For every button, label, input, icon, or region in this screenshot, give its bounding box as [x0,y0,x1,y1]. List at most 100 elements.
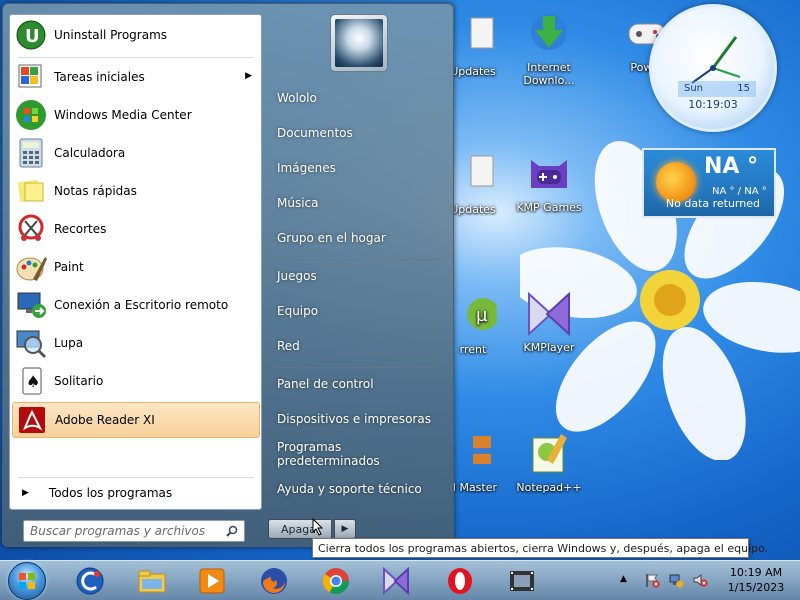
program-uninstall-programs[interactable]: U Uninstall Programs [12,17,260,53]
taskbar-date: 1/15/2023 [727,581,785,594]
chrome-icon [321,566,351,596]
getting-started-icon [15,61,47,93]
place-label: Documentos [277,126,353,140]
program-solitario[interactable]: ♠ Solitario [12,363,260,399]
sun-icon [656,162,696,202]
taskbar-media-player[interactable] [186,563,238,599]
start-button[interactable] [8,562,46,600]
place-label: Panel de control [277,377,374,391]
place-grupo-hogar[interactable]: Grupo en el hogar [277,224,447,252]
weather-gadget[interactable]: NA ° NA ° / NA ° No data returned [642,148,776,218]
place-imagenes[interactable]: Imágenes [277,154,447,182]
taskbar-kmplayer[interactable] [370,563,422,599]
places-separator [273,259,439,260]
taskbar-opera[interactable] [434,563,486,599]
place-label: Música [277,196,319,210]
shutdown-options-button[interactable]: ▶ [334,519,356,539]
place-label: Grupo en el hogar [277,231,386,245]
taskbar-ccleaner[interactable] [64,563,116,599]
taskbar-clock[interactable]: 10:19 AM 1/15/2023 [716,565,796,595]
program-label: Uninstall Programs [54,28,168,42]
weather-message: No data returned [665,197,760,210]
program-tareas-iniciales[interactable]: Tareas iniciales ▶ [12,59,260,95]
system-tray: ▲ 10:19 AM 1/15/2023 [616,561,800,600]
program-label: Tareas iniciales [54,70,145,84]
media-center-icon [15,99,47,131]
shutdown-tooltip: Cierra todos los programas abiertos, cie… [312,538,768,558]
taskbar-explorer[interactable] [126,563,178,599]
taskbar-chrome[interactable] [310,563,362,599]
place-label: Equipo [277,304,319,318]
folder-icon [137,566,167,596]
program-label: Recortes [54,222,107,236]
submenu-arrow-icon: ▶ [245,71,252,81]
program-recortes[interactable]: Recortes [12,211,260,247]
program-adobe-reader[interactable]: Adobe Reader XI [12,402,260,438]
mouse-cursor-icon [312,518,324,536]
search-placeholder: Buscar programas y archivos [30,524,206,538]
kmp-games-icon [525,150,573,198]
calculator-icon [15,137,47,169]
program-conexion-escritorio-remoto[interactable]: Conexión a Escritorio remoto [12,287,260,323]
search-icon [226,525,238,537]
utorrent-icon: µ [449,292,499,340]
program-label: Solitario [54,374,104,388]
network-icon[interactable] [668,572,684,588]
adobe-reader-icon [16,404,48,436]
user-avatar [335,19,383,67]
place-documentos[interactable]: Documentos [277,119,447,147]
show-hidden-icons-icon[interactable]: ▲ [620,574,627,584]
place-programas-predeterminados[interactable]: Programas predeterminados [277,440,447,468]
remote-desktop-icon [15,289,47,321]
place-equipo[interactable]: Equipo [277,297,447,325]
place-label: Red [277,339,300,353]
program-label: Lupa [54,336,84,350]
volume-muted-icon[interactable] [692,572,708,588]
solitaire-icon: ♠ [15,365,47,397]
place-panel-control[interactable]: Panel de control [277,370,447,398]
film-icon [507,566,537,596]
desktop-icon-internet-download-manager[interactable]: Internet Downlo... [508,10,590,87]
place-musica[interactable]: Música [277,189,447,217]
place-ayuda-soporte[interactable]: Ayuda y soporte técnico [277,475,447,503]
program-calculadora[interactable]: Calculadora [12,135,260,171]
svg-text:µ: µ [476,305,488,326]
program-notas-rapidas[interactable]: Notas rápidas [12,173,260,209]
taskbar: ▲ 10:19 AM 1/15/2023 [0,560,800,600]
desktop-icon-label: Updates [450,65,496,78]
place-label: Dispositivos e impresoras [277,412,431,426]
place-juegos[interactable]: Juegos [277,262,447,290]
action-center-flag-icon[interactable] [644,572,660,588]
desktop-icon-kmplayer[interactable]: KMPlayer [508,290,590,354]
place-label: Wololo [277,91,317,105]
user-picture[interactable] [330,14,388,72]
paint-icon [15,251,47,283]
program-windows-media-center[interactable]: Windows Media Center [12,97,260,133]
taskbar-firefox[interactable] [248,563,300,599]
sticky-notes-icon [15,175,47,207]
all-programs-separator [18,477,254,478]
place-wololo[interactable]: Wololo [277,84,447,112]
chevron-right-icon: ▶ [341,524,349,534]
search-input[interactable]: Buscar programas y archivos [23,520,245,542]
place-dispositivos-impresoras[interactable]: Dispositivos e impresoras [277,405,447,433]
desktop-icon-kmp-games[interactable]: KMP Games [508,150,590,214]
program-label: Paint [54,260,84,274]
desktop-icon-label: rrent [459,343,487,356]
kmplayer-icon [525,290,573,338]
clock-date: Sun 15 [678,81,756,97]
media-player-icon [197,566,227,596]
taskbar-video-editor[interactable] [496,563,548,599]
weather-range: NA ° / NA ° [712,186,767,197]
desktop-icon-label: KMP Games [516,201,582,214]
desktop-icon-notepad-plus-plus[interactable]: Notepad++ [508,430,590,494]
program-lupa[interactable]: Lupa [12,325,260,361]
clock-gadget[interactable]: Sun 15 10:19:03 [649,4,777,132]
program-paint[interactable]: Paint [12,249,260,285]
all-programs-button[interactable]: ▶ Todos los programas [16,481,256,505]
opera-icon [445,566,475,596]
firefox-icon [259,566,289,596]
place-label: Imágenes [277,161,336,175]
place-red[interactable]: Red [277,332,447,360]
all-programs-label: Todos los programas [48,486,173,500]
